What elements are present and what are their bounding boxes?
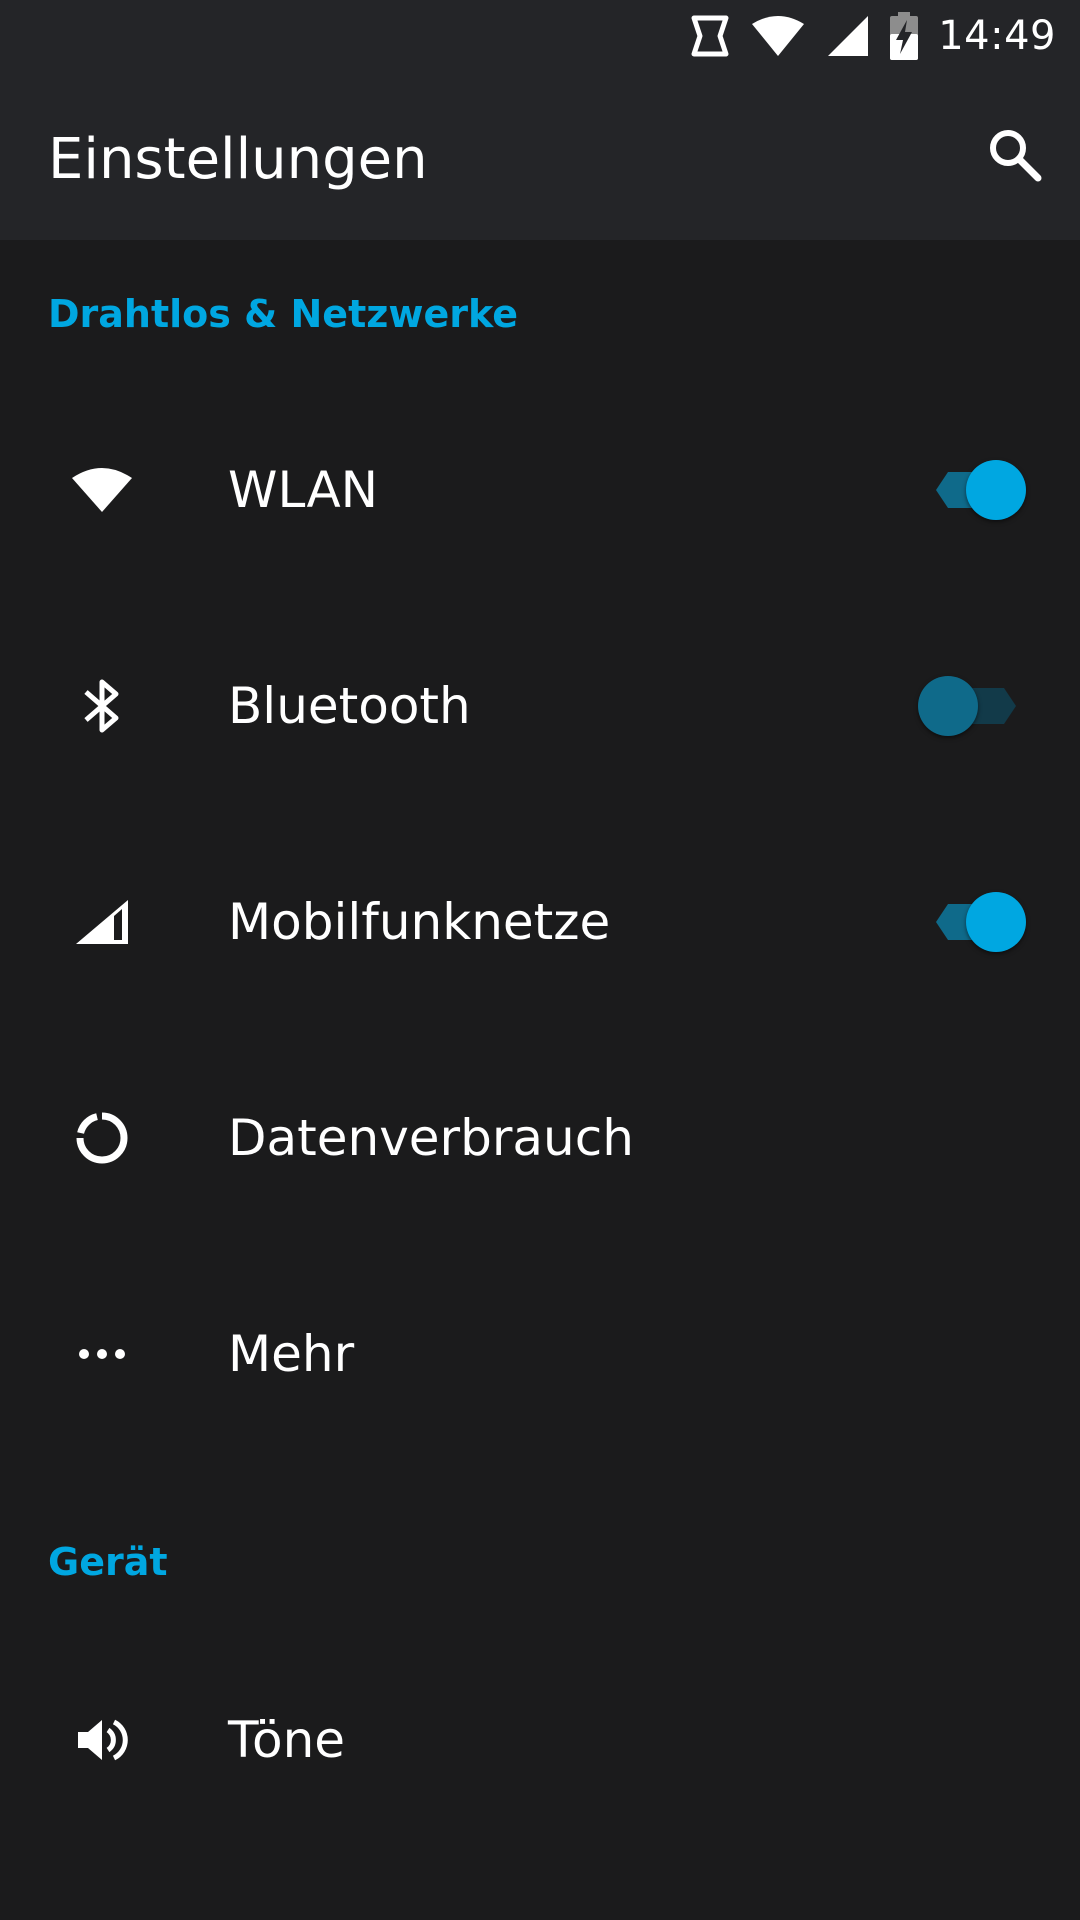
search-icon [986, 126, 1042, 186]
data-usage-icon [60, 1102, 144, 1174]
wifi-icon [60, 454, 144, 526]
setting-row-bluetooth[interactable]: Bluetooth [0, 598, 1080, 814]
battery-charging-icon [890, 12, 919, 60]
app-bar: Einstellungen [0, 72, 1080, 240]
setting-label-sounds: Töne [228, 1711, 346, 1769]
setting-label-wlan: WLAN [228, 461, 379, 519]
setting-row-data-usage[interactable]: Datenverbrauch [0, 1030, 1080, 1246]
setting-label-more: Mehr [228, 1325, 355, 1383]
setting-label-bluetooth: Bluetooth [228, 677, 471, 735]
status-bar: 14:49 [0, 0, 1080, 72]
section-header-device: Gerät [48, 1540, 168, 1584]
section-header-wireless: Drahtlos & Netzwerke [48, 292, 518, 336]
status-time: 14:49 [938, 13, 1056, 59]
bluetooth-toggle-thumb [918, 676, 978, 736]
setting-label-data-usage: Datenverbrauch [228, 1109, 634, 1167]
setting-row-sounds[interactable]: Töne [0, 1632, 1080, 1848]
cell-signal-icon [60, 886, 144, 958]
setting-label-mobile-networks: Mobilfunknetze [228, 893, 611, 951]
status-icons: 14:49 [690, 0, 1056, 72]
setting-row-more[interactable]: Mehr [0, 1246, 1080, 1462]
cell-signal-icon [826, 14, 870, 58]
bluetooth-toggle[interactable] [918, 676, 1026, 736]
page-title: Einstellungen [48, 127, 428, 192]
more-dots-icon [60, 1318, 144, 1390]
bluetooth-icon [60, 670, 144, 742]
volume-icon [60, 1704, 144, 1776]
mobile-networks-toggle[interactable] [918, 892, 1026, 952]
wifi-icon [750, 14, 806, 58]
setting-row-mobile-networks[interactable]: Mobilfunknetze [0, 814, 1080, 1030]
search-button[interactable] [978, 120, 1050, 192]
setting-row-wlan[interactable]: WLAN [0, 382, 1080, 598]
nfc-icon [690, 14, 730, 58]
wlan-toggle[interactable] [918, 460, 1026, 520]
wlan-toggle-thumb [966, 460, 1026, 520]
mobile-networks-toggle-thumb [966, 892, 1026, 952]
